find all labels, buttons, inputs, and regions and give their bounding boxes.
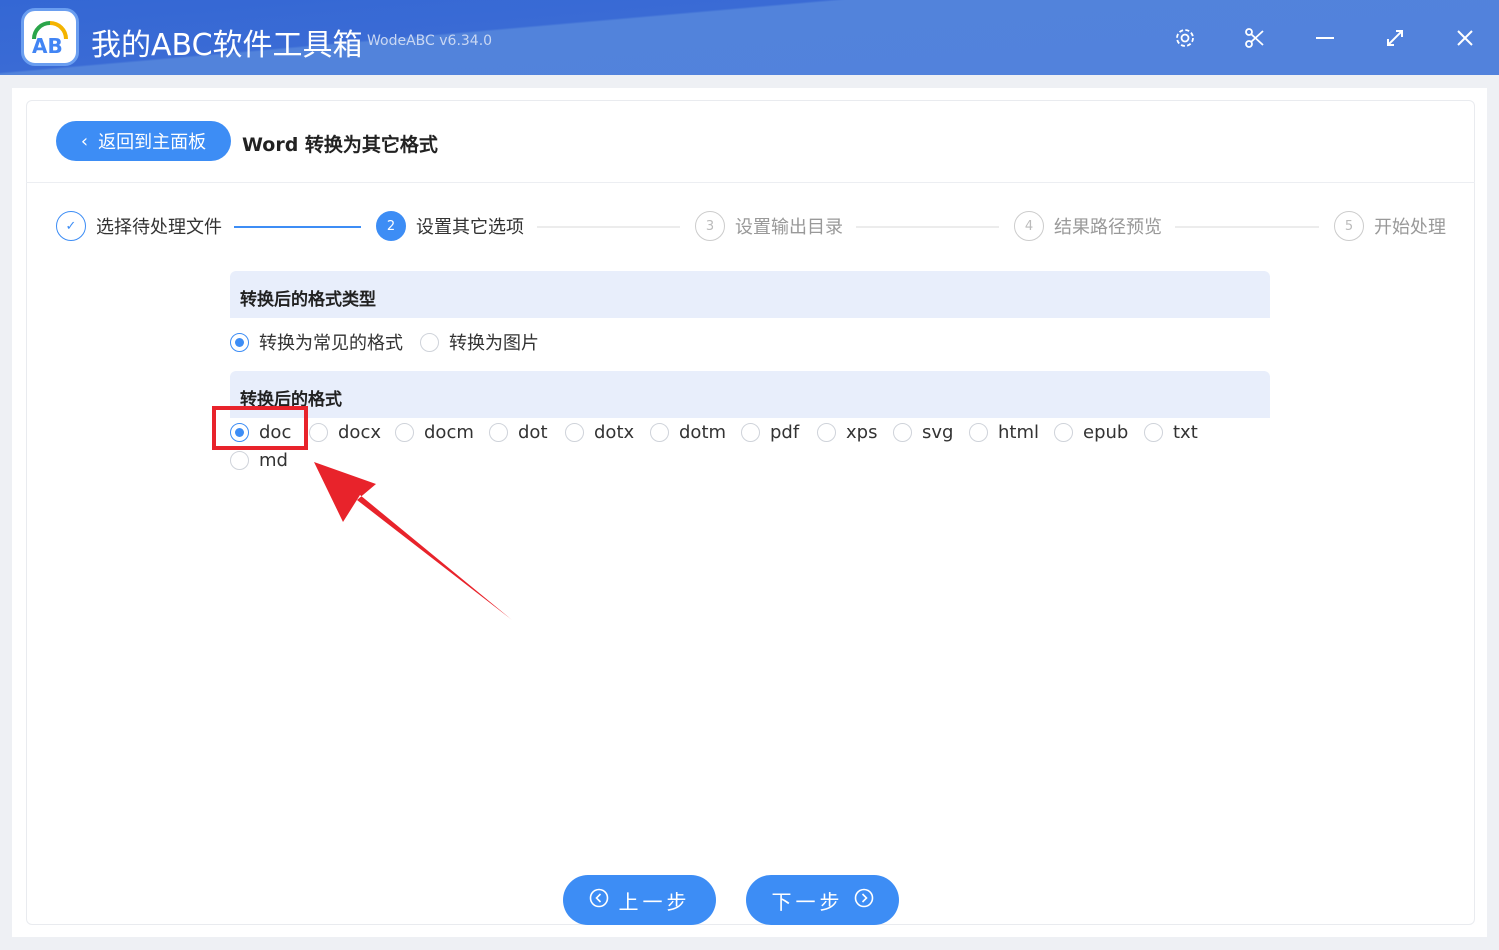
circle-chevron-right-icon bbox=[854, 888, 874, 913]
prev-step-button[interactable]: 上一步 bbox=[563, 875, 716, 925]
circle-chevron-left-icon bbox=[589, 888, 609, 913]
next-step-button[interactable]: 下一步 bbox=[746, 875, 899, 925]
annotation-arrow-icon bbox=[314, 462, 512, 620]
